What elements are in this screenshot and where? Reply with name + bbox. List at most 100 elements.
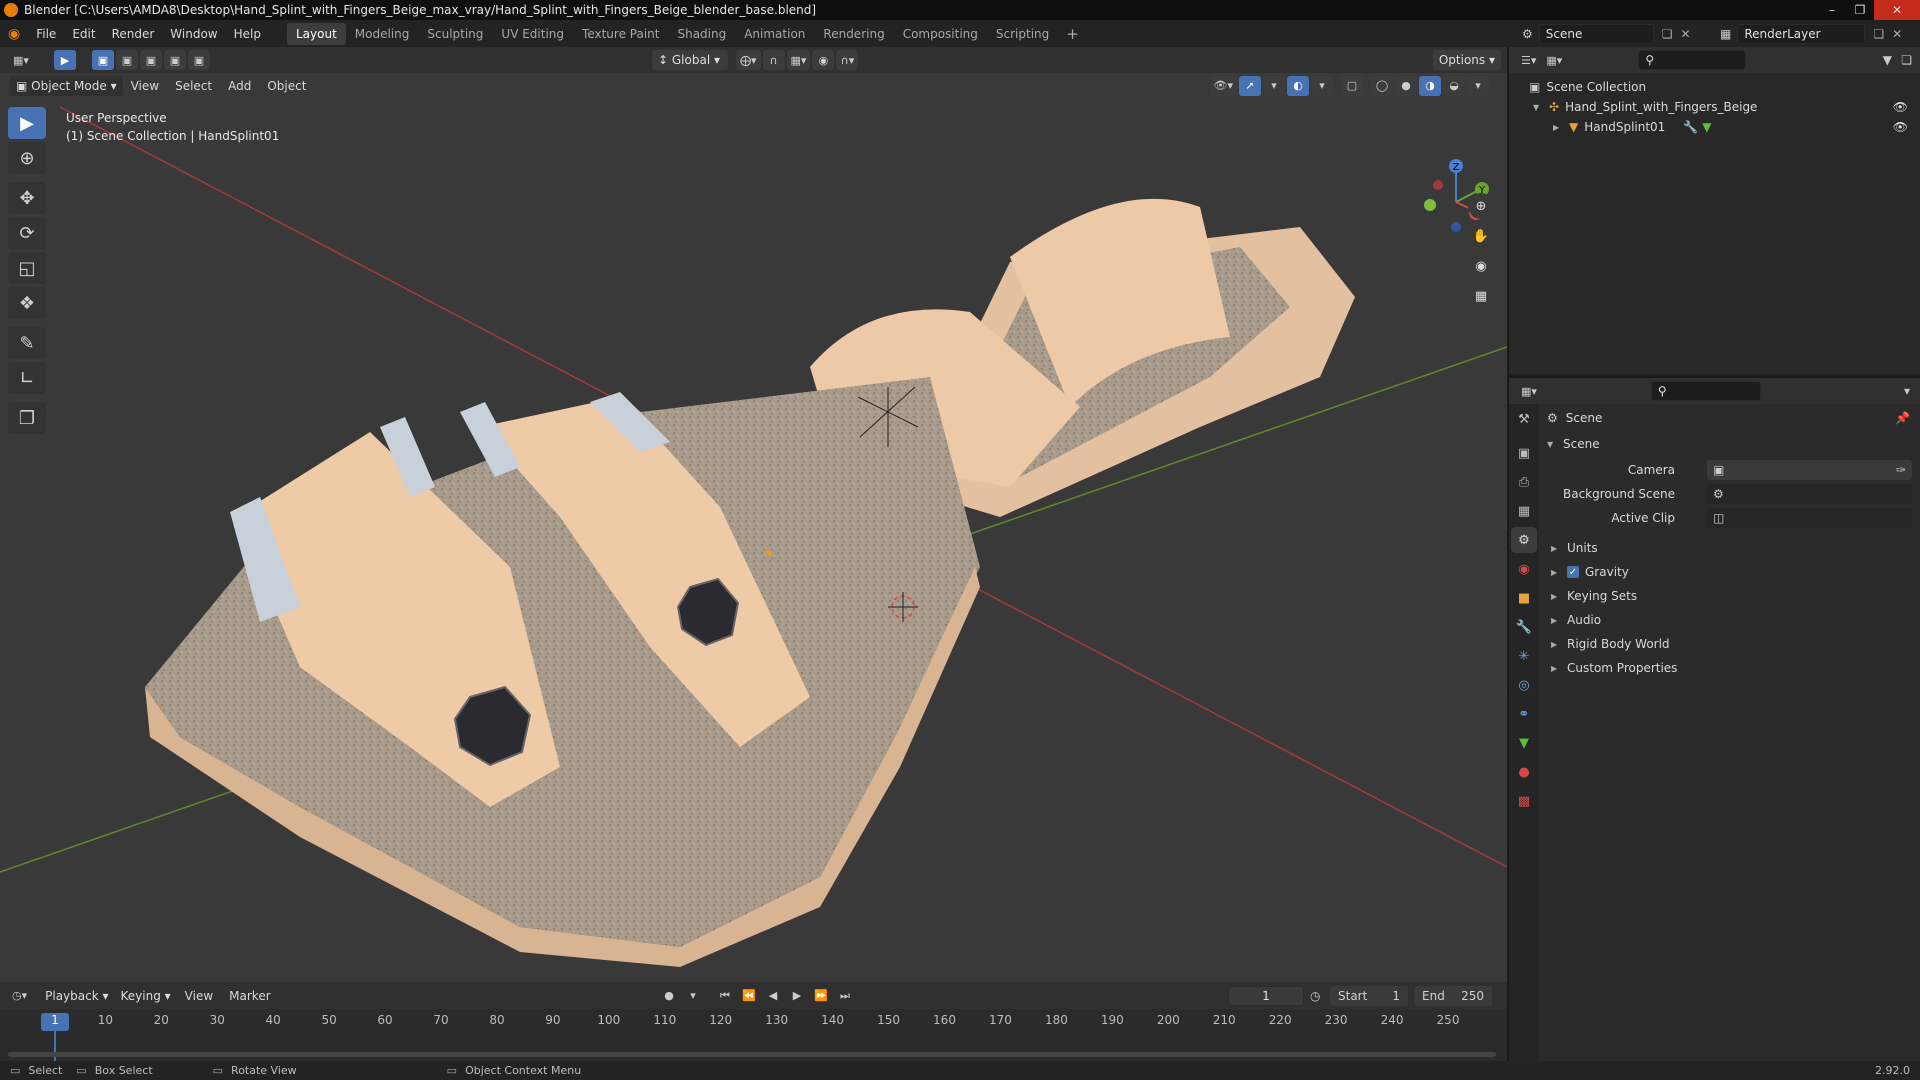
background-scene-field[interactable]: ⚙	[1707, 484, 1912, 504]
viewport-menu-add[interactable]: Add	[220, 75, 259, 97]
measure-tool-icon[interactable]: ∟	[8, 362, 46, 394]
timeline-scrollbar[interactable]	[8, 1052, 1496, 1057]
units-panel-header[interactable]: ▶ Units	[1539, 536, 1920, 560]
tab-rendering[interactable]: Rendering	[814, 23, 893, 45]
select-mode-invert-icon[interactable]: ▣	[164, 50, 186, 70]
object-tab-icon[interactable]: ■	[1511, 585, 1537, 611]
timeline-editor-type-icon[interactable]: ◷▾	[8, 986, 31, 1006]
tab-layout[interactable]: Layout	[286, 22, 346, 45]
outliner-editor-type-icon[interactable]: ☰▾	[1517, 50, 1540, 70]
restore-icon[interactable]: ❐	[1846, 0, 1874, 20]
falloff-icon[interactable]: ∩▾	[836, 50, 859, 70]
jump-start-icon[interactable]: ⏮	[714, 986, 736, 1006]
camera-field[interactable]: ▣ ✑	[1707, 460, 1912, 480]
select-box-tool-icon[interactable]: ▶	[8, 107, 46, 139]
pivot-point-icon[interactable]: ⨁▾	[736, 50, 761, 70]
rigid-body-world-panel-header[interactable]: ▶ Rigid Body World	[1539, 632, 1920, 656]
shading-dropdown-icon[interactable]: ▾	[1467, 75, 1489, 96]
keying-sets-panel-header[interactable]: ▶ Keying Sets	[1539, 584, 1920, 608]
delete-scene-icon[interactable]: ✕	[1681, 27, 1691, 41]
viewport-menu-object[interactable]: Object	[259, 75, 314, 97]
record-dropdown-icon[interactable]: ▾	[682, 986, 704, 1006]
snap-target-icon[interactable]: ▦▾	[786, 50, 811, 70]
transform-orientation-dropdown[interactable]: ↕ Global ▾	[652, 50, 728, 70]
jump-end-icon[interactable]: ⏭	[834, 986, 856, 1006]
annotate-tool-icon[interactable]: ✎	[8, 327, 46, 359]
add-cube-tool-icon[interactable]: ❐	[8, 402, 46, 434]
close-icon[interactable]: ✕	[1874, 0, 1920, 20]
output-tab-icon[interactable]: ⎙	[1511, 469, 1537, 495]
world-tab-icon[interactable]: ◉	[1511, 556, 1537, 582]
shading-rendered-icon[interactable]: ◒	[1443, 75, 1465, 96]
select-mode-subtract-icon[interactable]: ▣	[140, 50, 162, 70]
scene-icon[interactable]: ⚙	[1522, 27, 1533, 41]
material-tab-icon[interactable]: ●	[1511, 759, 1537, 785]
view-layer-field[interactable]: RenderLayer	[1737, 23, 1866, 44]
snap-icon[interactable]: ∩	[762, 50, 785, 70]
mesh-data-icon[interactable]: ▼	[1702, 120, 1711, 134]
audio-panel-header[interactable]: ▶ Audio	[1539, 608, 1920, 632]
play-icon[interactable]: ▶	[786, 986, 808, 1006]
scale-tool-icon[interactable]: ◱	[8, 252, 46, 284]
current-frame-field[interactable]: 1	[1228, 985, 1304, 1006]
menu-file[interactable]: File	[28, 23, 64, 45]
gizmo-toggle-icon[interactable]: ➚	[1239, 75, 1261, 96]
select-mode-set-icon[interactable]: ▣	[92, 50, 114, 70]
clock-icon[interactable]: ◷	[1310, 989, 1320, 1003]
visibility-icon[interactable]: 👁▾	[1209, 75, 1237, 96]
prev-keyframe-icon[interactable]: ⏪	[738, 986, 760, 1006]
viewport-menu-view[interactable]: View	[123, 75, 167, 97]
gravity-panel-header[interactable]: ▶ ✓ Gravity	[1539, 560, 1920, 584]
delete-view-layer-icon[interactable]: ✕	[1892, 27, 1902, 41]
outliner-row-scene-collection[interactable]: ▣ Scene Collection	[1509, 77, 1920, 97]
scene-name-field[interactable]: Scene	[1538, 23, 1654, 44]
mode-dropdown[interactable]: ▣ Object Mode ▾	[10, 75, 123, 96]
keying-menu[interactable]: Keying ▾	[114, 985, 177, 1006]
new-scene-icon[interactable]: ❏	[1662, 27, 1673, 41]
new-view-layer-icon[interactable]: ❏	[1873, 27, 1884, 41]
outliner-row-empty[interactable]: ▼ ✣ Hand_Splint_with_Fingers_Beige 👁	[1509, 97, 1920, 117]
outliner-search-input[interactable]: ⚲	[1638, 50, 1747, 70]
shading-material-icon[interactable]: ◑	[1419, 75, 1441, 96]
playback-menu[interactable]: Playback ▾	[39, 985, 115, 1006]
pan-icon[interactable]: ✋	[1468, 223, 1494, 249]
new-collection-icon[interactable]: ❏	[1901, 53, 1912, 67]
viewport-menu-select[interactable]: Select	[167, 75, 220, 97]
move-tool-icon[interactable]: ✥	[8, 182, 46, 214]
transform-tool-icon[interactable]: ❖	[8, 287, 46, 319]
tab-shading[interactable]: Shading	[668, 23, 735, 45]
data-tab-icon[interactable]: ▼	[1511, 730, 1537, 756]
overlay-dropdown-icon[interactable]: ▾	[1311, 75, 1333, 96]
options-dropdown[interactable]: Options ▾	[1432, 50, 1501, 70]
shading-solid-icon[interactable]: ●	[1395, 75, 1417, 96]
overlay-toggle-icon[interactable]: ◐	[1287, 75, 1309, 96]
record-icon[interactable]: ●	[658, 986, 680, 1006]
tab-uv-editing[interactable]: UV Editing	[492, 23, 573, 45]
physics-tab-icon[interactable]: ◎	[1511, 672, 1537, 698]
menu-help[interactable]: Help	[226, 23, 269, 45]
properties-editor-type-icon[interactable]: ▦▾	[1517, 381, 1541, 401]
texture-tab-icon[interactable]: ▩	[1511, 788, 1537, 814]
zoom-icon[interactable]: ⊕	[1468, 193, 1494, 219]
timeline-menu-marker[interactable]: Marker	[221, 985, 278, 1007]
tab-animation[interactable]: Animation	[735, 23, 814, 45]
visibility-eye-icon[interactable]: 👁	[1893, 100, 1908, 114]
expand-icon[interactable]: ▶	[1553, 123, 1561, 132]
pin-icon[interactable]: 📌	[1895, 411, 1910, 425]
particles-tab-icon[interactable]: ✳	[1511, 643, 1537, 669]
frame-ruler[interactable]: 1 10 20 30 40 50 60 70 80 90 100 110 120 130 140 150 160…	[0, 1009, 1507, 1031]
properties-search-input[interactable]: ⚲	[1650, 381, 1761, 401]
timeline-menu-view[interactable]: View	[177, 985, 221, 1007]
scene-tab-icon[interactable]: ⚙	[1511, 527, 1537, 553]
cursor-tool-icon[interactable]: ⊕	[8, 142, 46, 174]
blender-menu-icon[interactable]: ◉	[0, 23, 28, 45]
menu-window[interactable]: Window	[162, 23, 225, 45]
scene-panel-header[interactable]: ▼ Scene	[1539, 432, 1920, 456]
select-tool-icon[interactable]: ▶	[54, 50, 76, 70]
ortho-toggle-icon[interactable]: ▦	[1468, 283, 1494, 309]
select-mode-intersect-icon[interactable]: ▣	[188, 50, 210, 70]
tab-compositing[interactable]: Compositing	[894, 23, 987, 45]
rotate-tool-icon[interactable]: ⟳	[8, 217, 46, 249]
menu-render[interactable]: Render	[104, 23, 163, 45]
modifier-tab-icon[interactable]: 🔧	[1511, 614, 1537, 640]
